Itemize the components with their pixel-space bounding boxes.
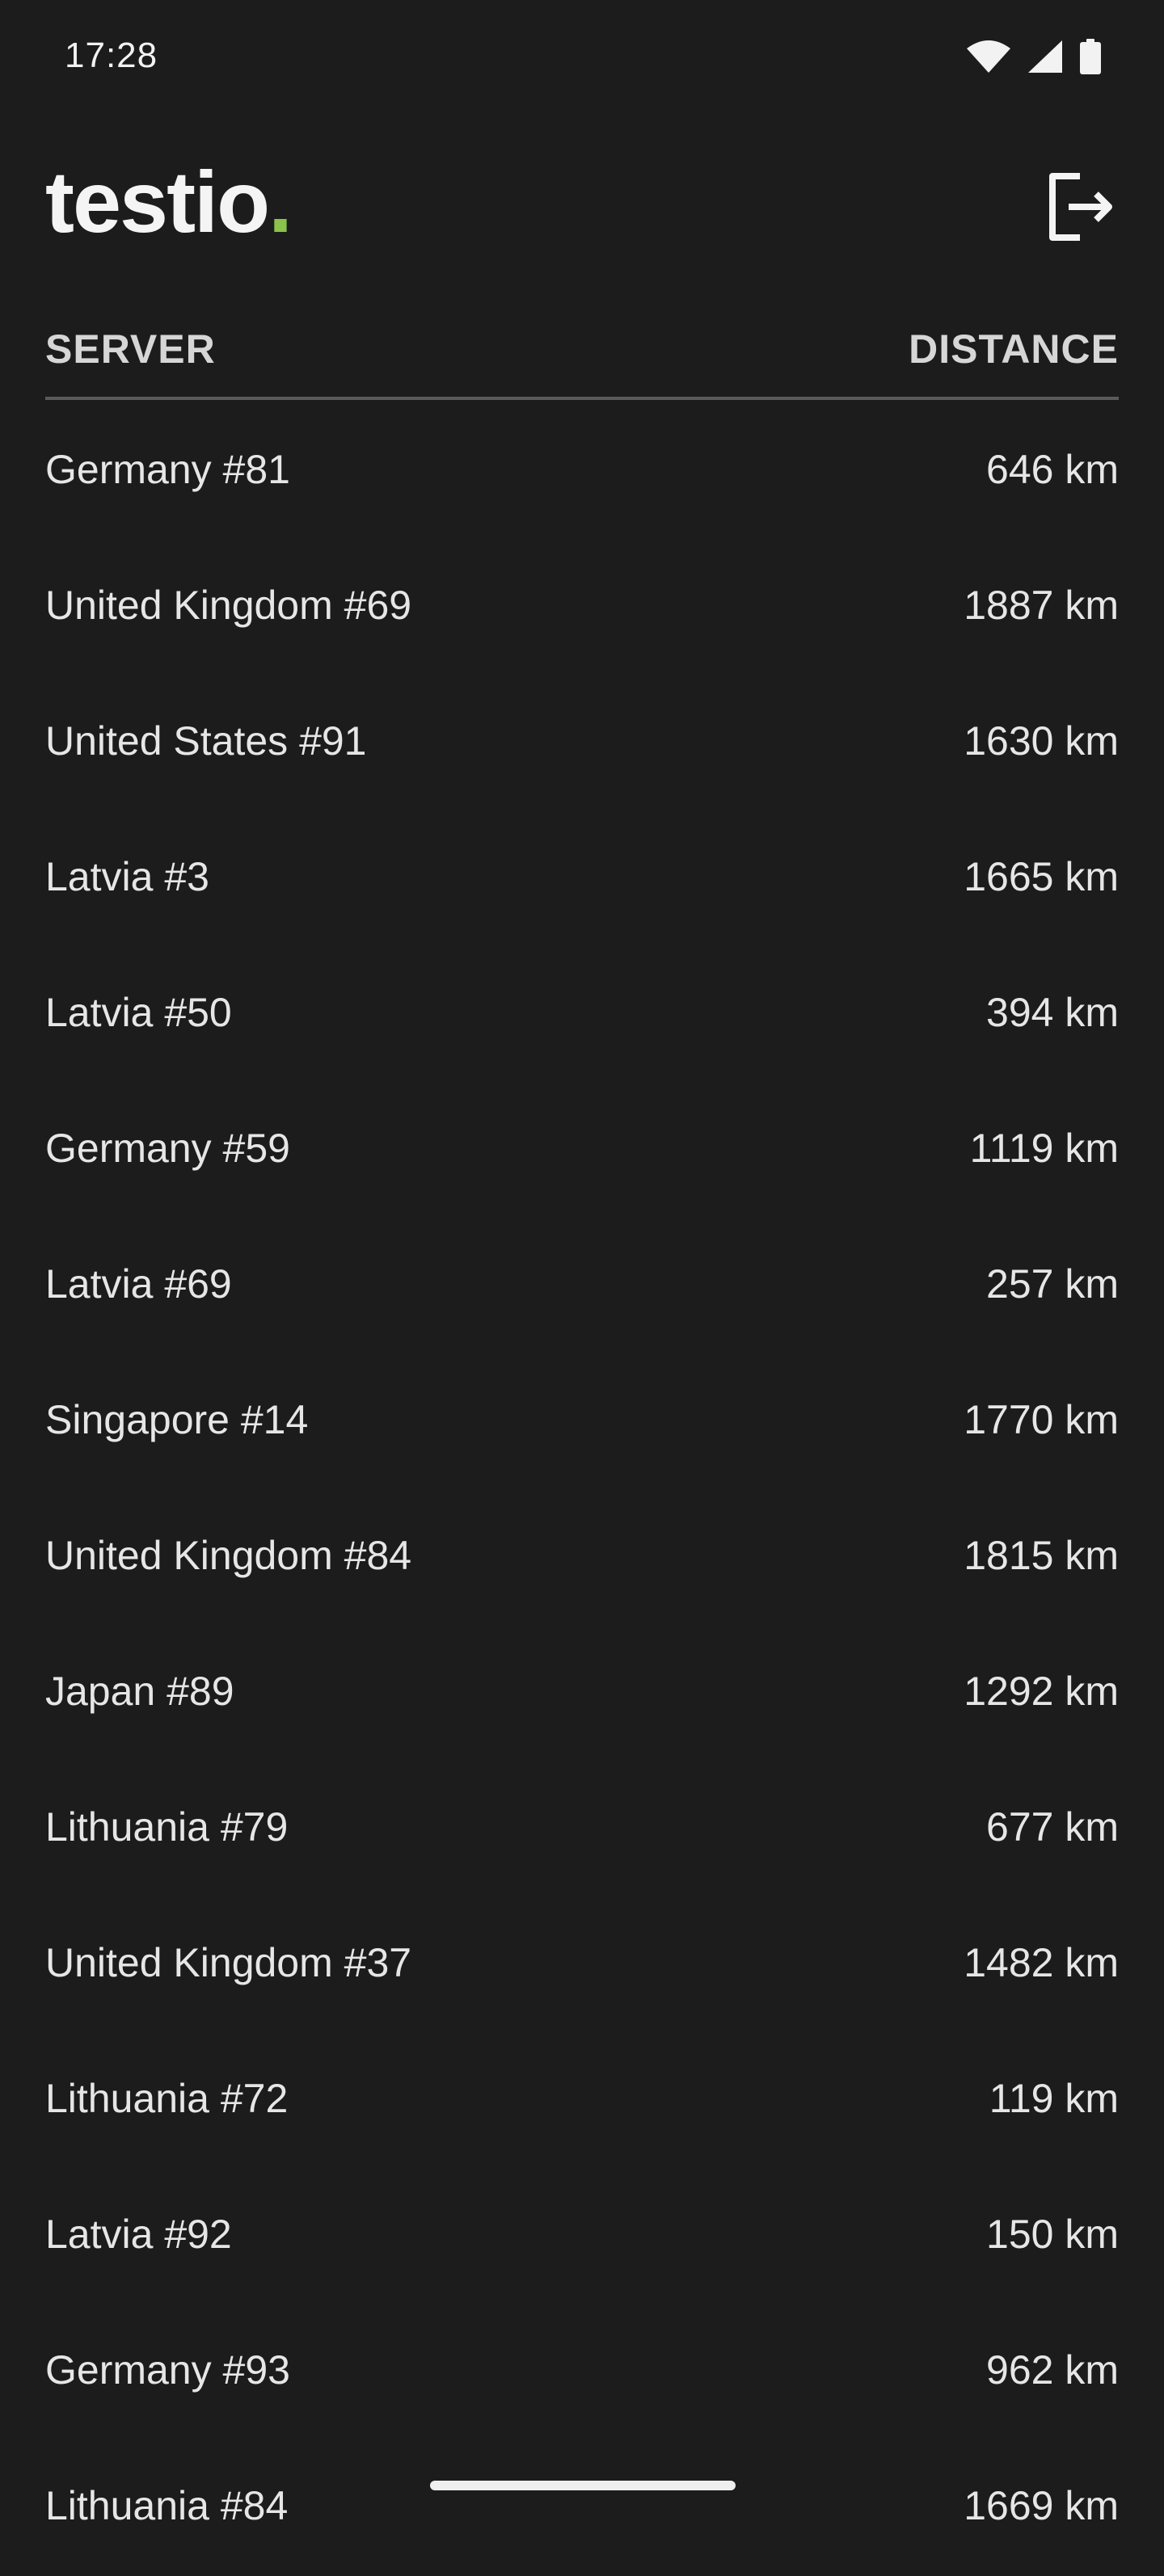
- server-name: Lithuania #72: [45, 2076, 289, 2121]
- server-name: United States #91: [45, 718, 367, 764]
- server-distance: 962 km: [986, 2347, 1119, 2393]
- server-distance: 1482 km: [964, 1940, 1119, 1985]
- table-row[interactable]: United Kingdom #69 1887 km: [45, 540, 1119, 676]
- table-row[interactable]: Latvia #3 1665 km: [45, 811, 1119, 947]
- server-distance: 394 km: [986, 990, 1119, 1035]
- logout-button[interactable]: [1041, 170, 1119, 247]
- logout-icon: [1044, 171, 1116, 246]
- server-list: Germany #81 646 km United Kingdom #69 18…: [45, 404, 1119, 2576]
- server-name: United Kingdom #84: [45, 1533, 412, 1578]
- table-row[interactable]: Latvia #92 150 km: [45, 2169, 1119, 2305]
- table-row[interactable]: Singapore #14 1770 km: [45, 1354, 1119, 1490]
- status-time: 17:28: [65, 36, 158, 75]
- server-distance: 1630 km: [964, 718, 1119, 764]
- column-header-server[interactable]: SERVER: [45, 326, 216, 373]
- server-name: Latvia #92: [45, 2212, 232, 2257]
- server-distance: 1887 km: [964, 583, 1119, 628]
- table-row[interactable]: Lithuania #72 119 km: [45, 2033, 1119, 2169]
- server-name: Latvia #3: [45, 854, 209, 899]
- signal-icon: [1028, 40, 1062, 73]
- table-row[interactable]: Latvia #69 257 km: [45, 1219, 1119, 1354]
- server-distance: 150 km: [986, 2212, 1119, 2257]
- server-name: Latvia #69: [45, 1261, 232, 1307]
- app-header: testio.: [0, 154, 1164, 275]
- table-row[interactable]: Germany #81 646 km: [45, 404, 1119, 540]
- table-row[interactable]: Latvia #50 394 km: [45, 947, 1119, 1083]
- table-header: SERVER DISTANCE: [45, 319, 1119, 400]
- column-header-distance[interactable]: DISTANCE: [909, 326, 1119, 373]
- server-distance: 1292 km: [964, 1669, 1119, 1714]
- table-row[interactable]: Germany #59 1119 km: [45, 1083, 1119, 1219]
- server-name: United Kingdom #37: [45, 1940, 412, 1985]
- battery-icon: [1080, 39, 1101, 74]
- server-distance: 1119 km: [969, 1126, 1119, 1171]
- wifi-icon: [967, 40, 1010, 73]
- server-name: Germany #93: [45, 2347, 290, 2393]
- server-name: Latvia #50: [45, 990, 232, 1035]
- server-distance: 1665 km: [964, 854, 1119, 899]
- status-bar: 17:28: [0, 0, 1164, 113]
- server-distance: 257 km: [986, 1261, 1119, 1307]
- server-name: Germany #59: [45, 1126, 290, 1171]
- table-row[interactable]: Japan #89 1292 km: [45, 1626, 1119, 1762]
- app-logo: testio.: [45, 158, 293, 246]
- server-distance: 119 km: [989, 2076, 1119, 2121]
- table-row[interactable]: United Kingdom #37 1482 km: [45, 1897, 1119, 2033]
- server-name: Japan #89: [45, 1669, 234, 1714]
- server-distance: 677 km: [986, 1804, 1119, 1850]
- server-distance: 646 km: [986, 447, 1119, 492]
- server-name: United Kingdom #69: [45, 583, 412, 628]
- table-row[interactable]: United States #91 1630 km: [45, 676, 1119, 811]
- server-name: Germany #81: [45, 447, 290, 492]
- logo-text: testio: [45, 153, 270, 250]
- table-row[interactable]: Germany #93 962 km: [45, 2305, 1119, 2440]
- table-row[interactable]: United Kingdom #84 1815 km: [45, 1490, 1119, 1626]
- server-name: Lithuania #84: [45, 2483, 289, 2528]
- server-distance: 1815 km: [964, 1533, 1119, 1578]
- server-name: Lithuania #79: [45, 1804, 289, 1850]
- server-name: Singapore #14: [45, 1397, 309, 1442]
- home-indicator[interactable]: [430, 2481, 736, 2490]
- status-icons: [967, 39, 1101, 74]
- table-row[interactable]: Lithuania #79 677 km: [45, 1762, 1119, 1897]
- table-row[interactable]: Lithuania #84 1669 km: [45, 2440, 1119, 2576]
- server-distance: 1669 km: [964, 2483, 1119, 2528]
- logo-dot: .: [268, 153, 293, 250]
- server-distance: 1770 km: [964, 1397, 1119, 1442]
